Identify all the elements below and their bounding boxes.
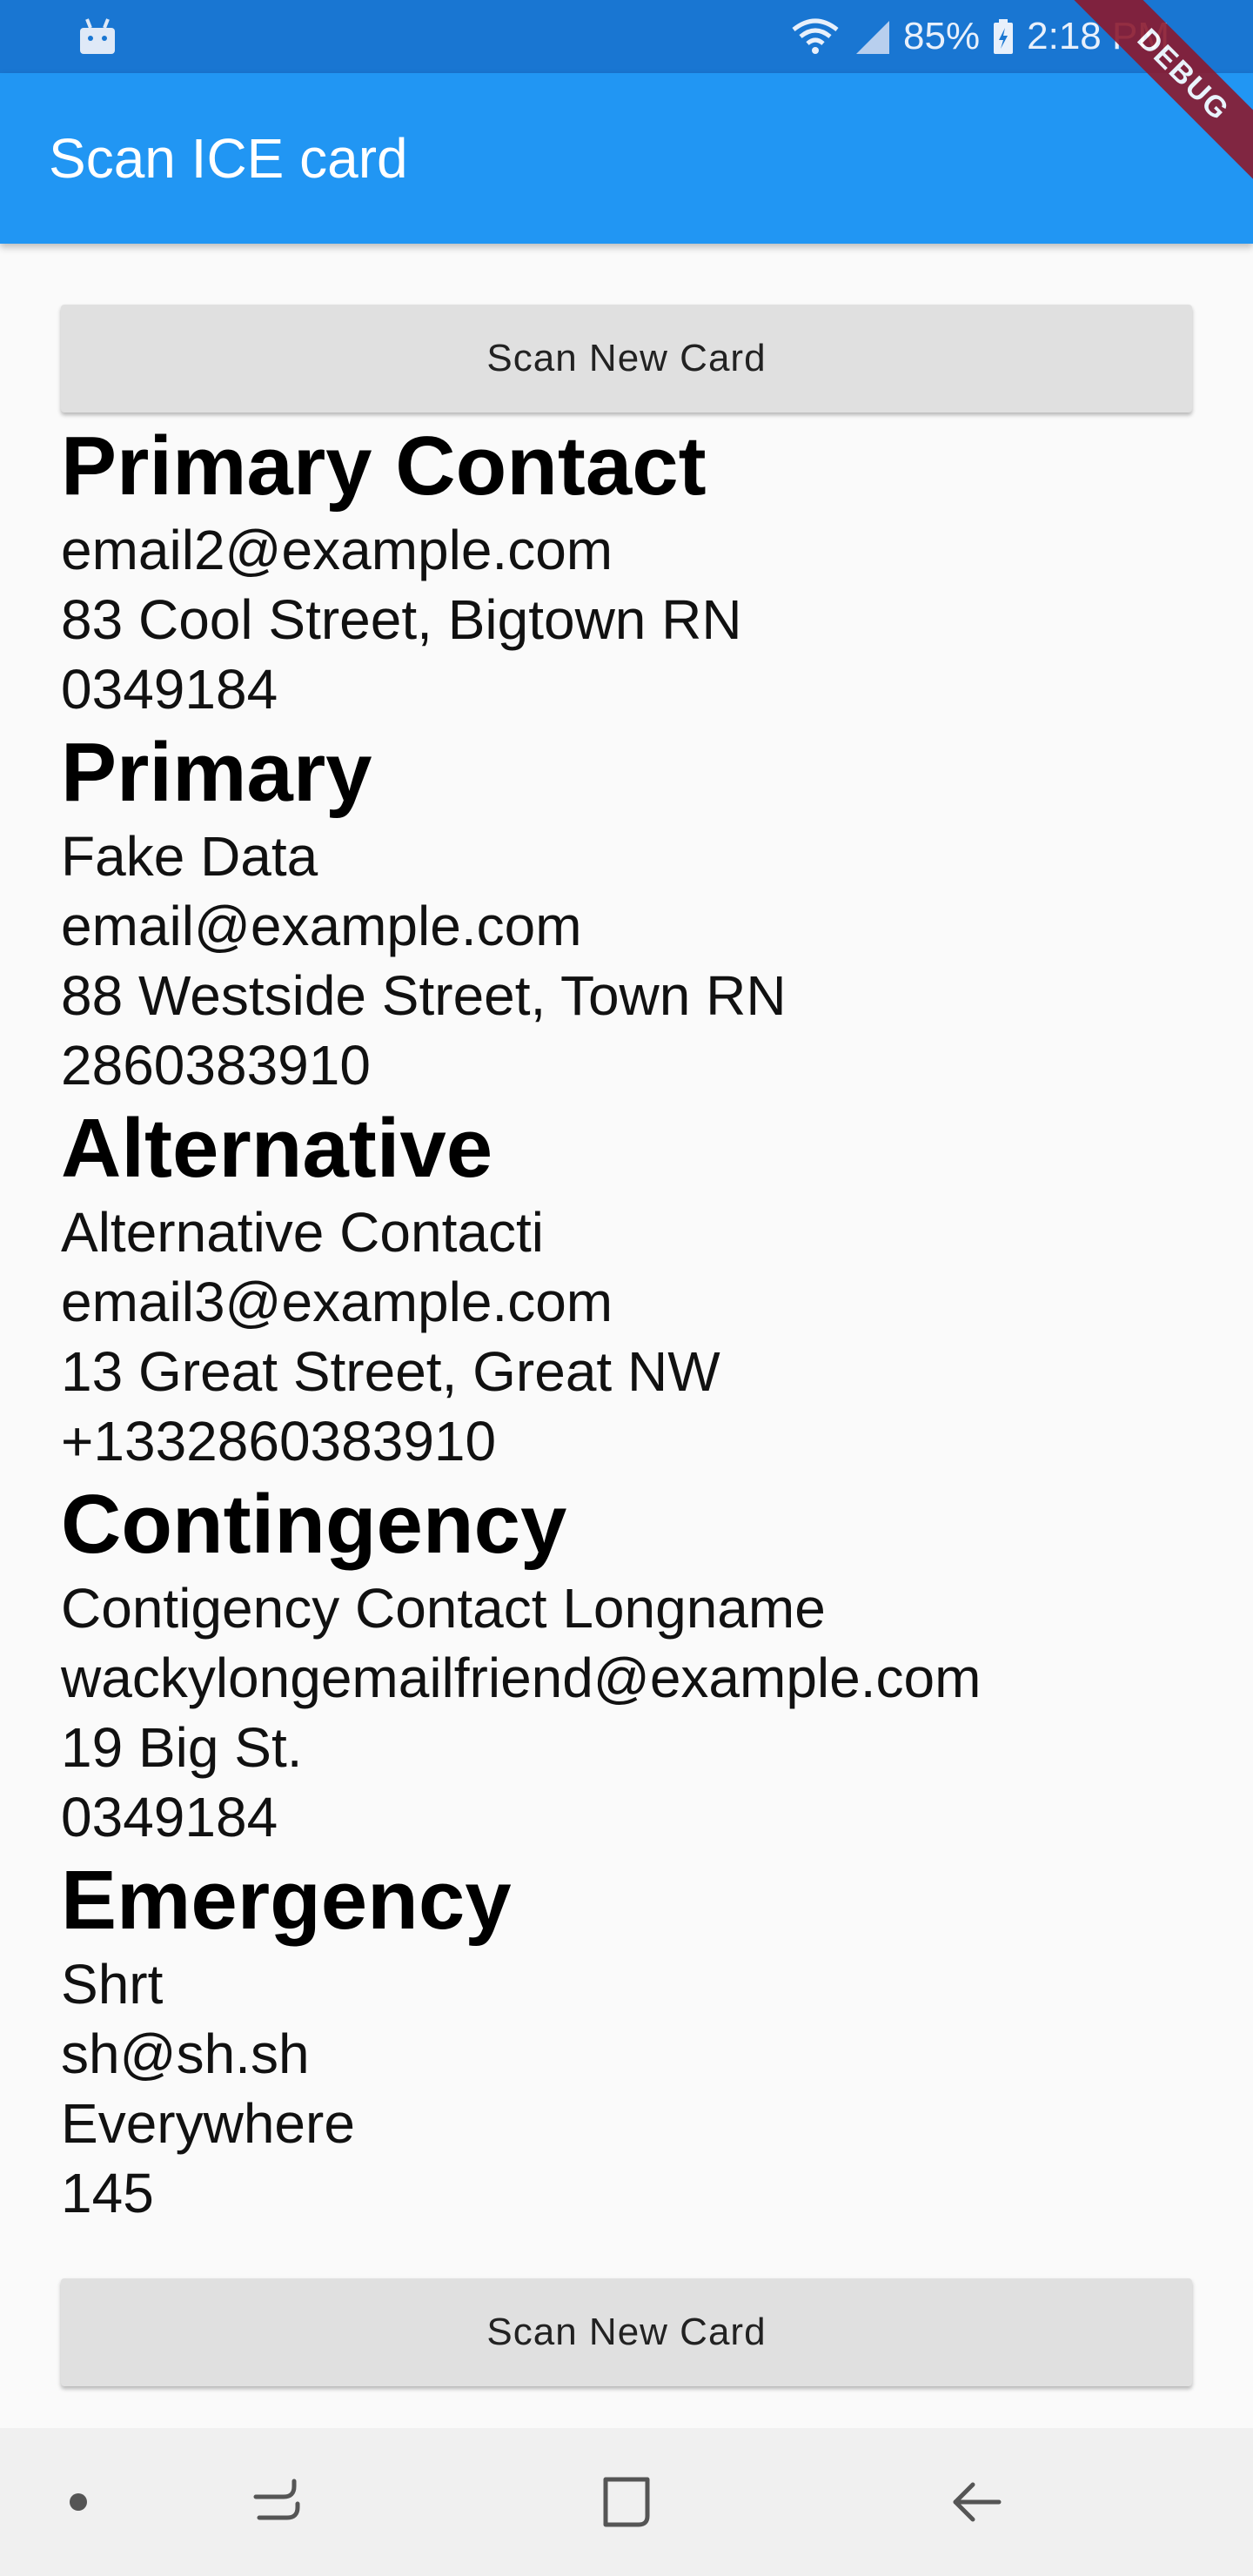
android-icon: [80, 18, 115, 54]
section-emergency: Emergency Shrt sh@sh.sh Everywhere 145: [61, 1852, 1227, 2228]
nav-home[interactable]: [566, 2428, 687, 2576]
nav-dot[interactable]: [17, 2428, 139, 2576]
contact-list: Primary Contact email2@example.com 83 Co…: [61, 418, 1227, 2228]
signal-icon: [856, 21, 890, 54]
section-contingency: Contingency Contigency Contact Longname …: [61, 1476, 1227, 1852]
contact-address: 83 Cool Street, Bigtown RN: [61, 588, 742, 651]
app-bar: Scan ICE card: [0, 73, 1253, 244]
system-nav-bar: [0, 2428, 1253, 2576]
contact-phone: 0349184: [61, 658, 278, 721]
section-primary: Primary Fake Data email@example.com 88 W…: [61, 724, 1227, 1100]
contact-address: 88 Westside Street, Town RN: [61, 964, 787, 1027]
contact-address: 13 Great Street, Great NW: [61, 1340, 720, 1403]
contact-email: wackylongemailfriend@example.com: [61, 1647, 982, 1709]
page-title: Scan ICE card: [49, 127, 408, 190]
section-title: Contingency: [61, 1478, 567, 1571]
status-icons: 85% 2:18 PM: [790, 0, 1169, 73]
battery-icon: [994, 19, 1014, 54]
recent-apps-icon: [253, 2479, 300, 2520]
section-primary-contact: Primary Contact email2@example.com 83 Co…: [61, 418, 1227, 724]
home-icon: [603, 2477, 650, 2527]
scan-new-card-button-top[interactable]: Scan New Card: [61, 305, 1192, 413]
scan-new-card-button-bottom[interactable]: Scan New Card: [61, 2278, 1192, 2386]
main-content: Scan New Card Primary Contact email2@exa…: [0, 244, 1253, 2428]
section-title: Primary Contact: [61, 419, 707, 513]
section-title: Primary: [61, 726, 372, 819]
clock: 2:18 PM: [1027, 15, 1169, 57]
contact-name: Alternative Contacti: [61, 1201, 544, 1264]
contact-phone: 2860383910: [61, 1034, 371, 1097]
battery-percent: 85%: [903, 15, 981, 57]
section-title: Alternative: [61, 1102, 493, 1195]
back-icon: [953, 2482, 1002, 2522]
section-alternative: Alternative Alternative Contacti email3@…: [61, 1100, 1227, 1476]
nav-recent-apps[interactable]: [216, 2428, 338, 2576]
contact-address: 19 Big St.: [61, 1716, 303, 1779]
contact-phone: 0349184: [61, 1786, 278, 1848]
contact-name: Shrt: [61, 1953, 164, 2016]
contact-email: email2@example.com: [61, 519, 613, 581]
nav-back[interactable]: [915, 2428, 1037, 2576]
contact-email: email@example.com: [61, 895, 582, 957]
contact-name: Fake Data: [61, 825, 318, 888]
contact-address: Everywhere: [61, 2092, 355, 2155]
contact-email: email3@example.com: [61, 1271, 613, 1333]
contact-phone: +1332860383910: [61, 1410, 497, 1472]
contact-name: Contigency Contact Longname: [61, 1577, 826, 1640]
section-title: Emergency: [61, 1854, 512, 1947]
contact-phone: 145: [61, 2162, 154, 2224]
contact-email: sh@sh.sh: [61, 2023, 310, 2085]
dot-icon: [70, 2493, 87, 2511]
wifi-icon: [792, 18, 839, 54]
status-bar: 85% 2:18 PM: [0, 0, 1253, 73]
